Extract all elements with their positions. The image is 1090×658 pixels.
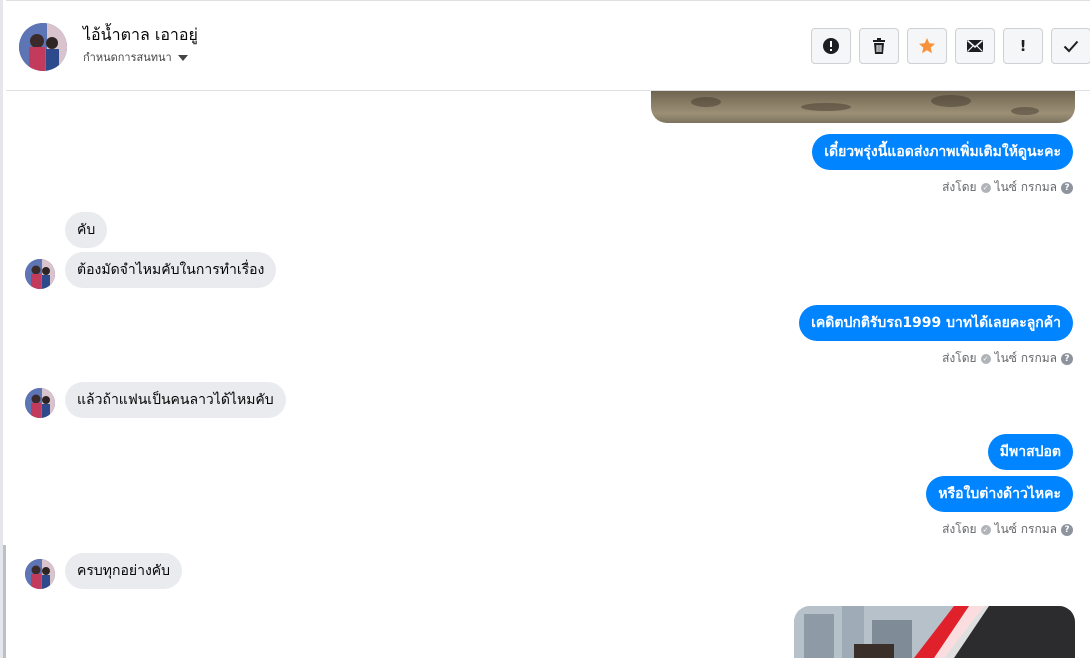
action-toolbar: ! xyxy=(811,28,1090,64)
mark-done-button[interactable] xyxy=(1051,28,1090,64)
help-icon[interactable]: ? xyxy=(1061,181,1073,194)
incoming-message[interactable]: ต้องมัดจำไหมคับในการทำเรื่อง xyxy=(65,252,277,288)
sender-name: ไนซ์ กรกมล xyxy=(994,351,1057,365)
contact-avatar[interactable] xyxy=(19,23,67,71)
outgoing-message[interactable]: หรือใบต่างด้าวไหคะ xyxy=(926,476,1073,512)
envelope-icon xyxy=(967,39,983,52)
conversation-label-dropdown[interactable]: กำหนดการสนทนา xyxy=(83,48,188,66)
verified-icon: ✓ xyxy=(980,353,991,364)
help-icon[interactable]: ? xyxy=(1061,352,1073,365)
incoming-message[interactable]: คับ xyxy=(65,212,108,248)
scrollbar[interactable] xyxy=(3,545,6,658)
outgoing-message[interactable]: มีพาสปอต xyxy=(987,434,1073,470)
sent-by-label: ส่งโดย xyxy=(942,522,977,536)
star-icon xyxy=(919,38,935,54)
attached-photo[interactable] xyxy=(651,91,1075,123)
sender-name: ไนซ์ กรกมล xyxy=(994,522,1057,536)
important-button[interactable]: ! xyxy=(1003,28,1043,64)
sent-by-info: ส่งโดย ✓ ไนซ์ กรกมล ? xyxy=(942,178,1073,197)
incoming-message[interactable]: ครบทุกอย่างคับ xyxy=(65,553,183,589)
contact-name[interactable]: ไอ้น้ำตาล เอาอยู่ xyxy=(83,23,198,48)
contact-avatar-small xyxy=(25,559,55,589)
sent-by-info: ส่งโดย ✓ ไนซ์ กรกมล ? xyxy=(942,520,1073,539)
sent-by-label: ส่งโดย xyxy=(942,351,977,365)
sent-by-label: ส่งโดย xyxy=(942,180,977,194)
spam-button[interactable] xyxy=(811,28,851,64)
verified-icon: ✓ xyxy=(980,524,991,535)
contact-avatar-small xyxy=(25,259,55,289)
alert-circle-icon xyxy=(823,38,839,54)
sent-by-info: ส่งโดย ✓ ไนซ์ กรกมล ? xyxy=(942,349,1073,368)
contact-avatar-small xyxy=(25,388,55,418)
attached-photo[interactable] xyxy=(794,606,1075,658)
delete-button[interactable] xyxy=(859,28,899,64)
caret-down-icon xyxy=(177,54,188,61)
outgoing-message[interactable]: เดี๋ยวพรุ่งนี้แอดส่งภาพเพิ่มเติมให้ดูนะค… xyxy=(812,134,1073,170)
incoming-message[interactable]: แล้วถ้าแฟนเป็นคนลาวได้ไหมคับ xyxy=(65,382,286,418)
conversation-header: ไอ้น้ำตาล เอาอยู่ กำหนดการสนทนา ! xyxy=(6,0,1090,91)
conversation-panel: ไอ้น้ำตาล เอาอยู่ กำหนดการสนทนา ! เดี๋ยว… xyxy=(0,0,1090,658)
star-button[interactable] xyxy=(907,28,947,64)
conversation-label-text: กำหนดการสนทนา xyxy=(83,51,172,64)
sender-name: ไนซ์ กรกมล xyxy=(994,180,1057,194)
mark-unread-button[interactable] xyxy=(955,28,995,64)
outgoing-message[interactable]: เคดิตปกติรับรถ1999 บาทได้เลยคะลูกค้า xyxy=(799,305,1073,341)
verified-icon: ✓ xyxy=(980,182,991,193)
trash-icon xyxy=(873,38,885,54)
exclamation-icon: ! xyxy=(1019,37,1027,55)
help-icon[interactable]: ? xyxy=(1061,523,1073,536)
check-icon xyxy=(1063,40,1079,53)
